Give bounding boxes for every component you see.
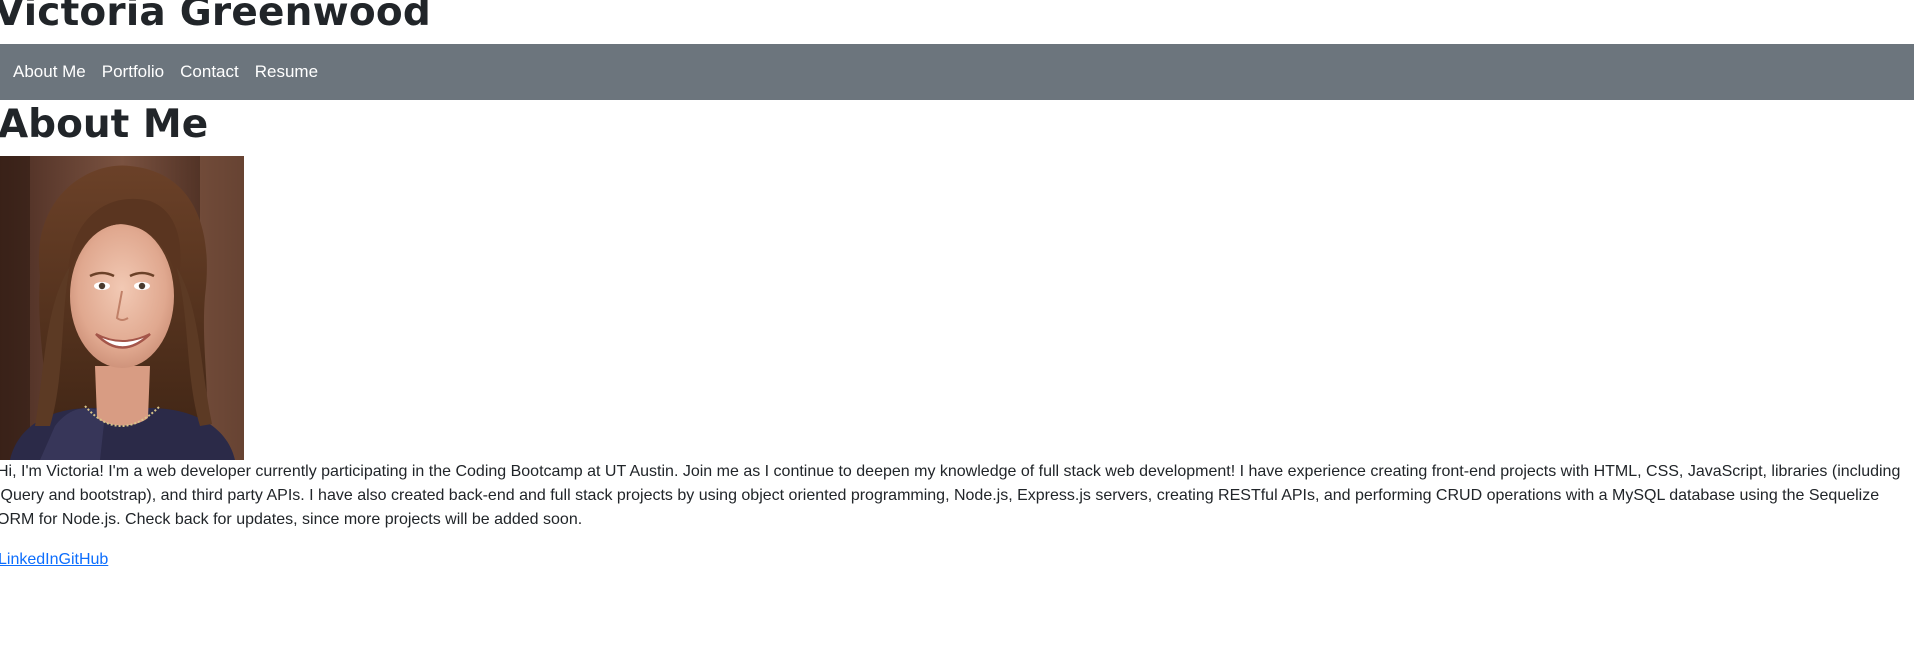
github-link[interactable]: GitHub (59, 551, 109, 568)
nav-link-portfolio[interactable]: Portfolio (102, 62, 164, 82)
nav-link-contact[interactable]: Contact (180, 62, 239, 82)
social-links: LinkedInGitHub (0, 549, 108, 571)
nav-link-resume[interactable]: Resume (255, 62, 318, 82)
bio-paragraph: Hi, I'm Victoria! I'm a web developer cu… (0, 463, 1901, 528)
site-title: Victoria Greenwood (0, 0, 431, 35)
about-me-heading: About Me (0, 102, 209, 147)
nav-link-about-me[interactable]: About Me (13, 62, 86, 82)
navbar: About Me Portfolio Contact Resume (0, 44, 1914, 100)
linkedin-link[interactable]: LinkedIn (0, 551, 59, 568)
profile-photo (0, 156, 244, 460)
